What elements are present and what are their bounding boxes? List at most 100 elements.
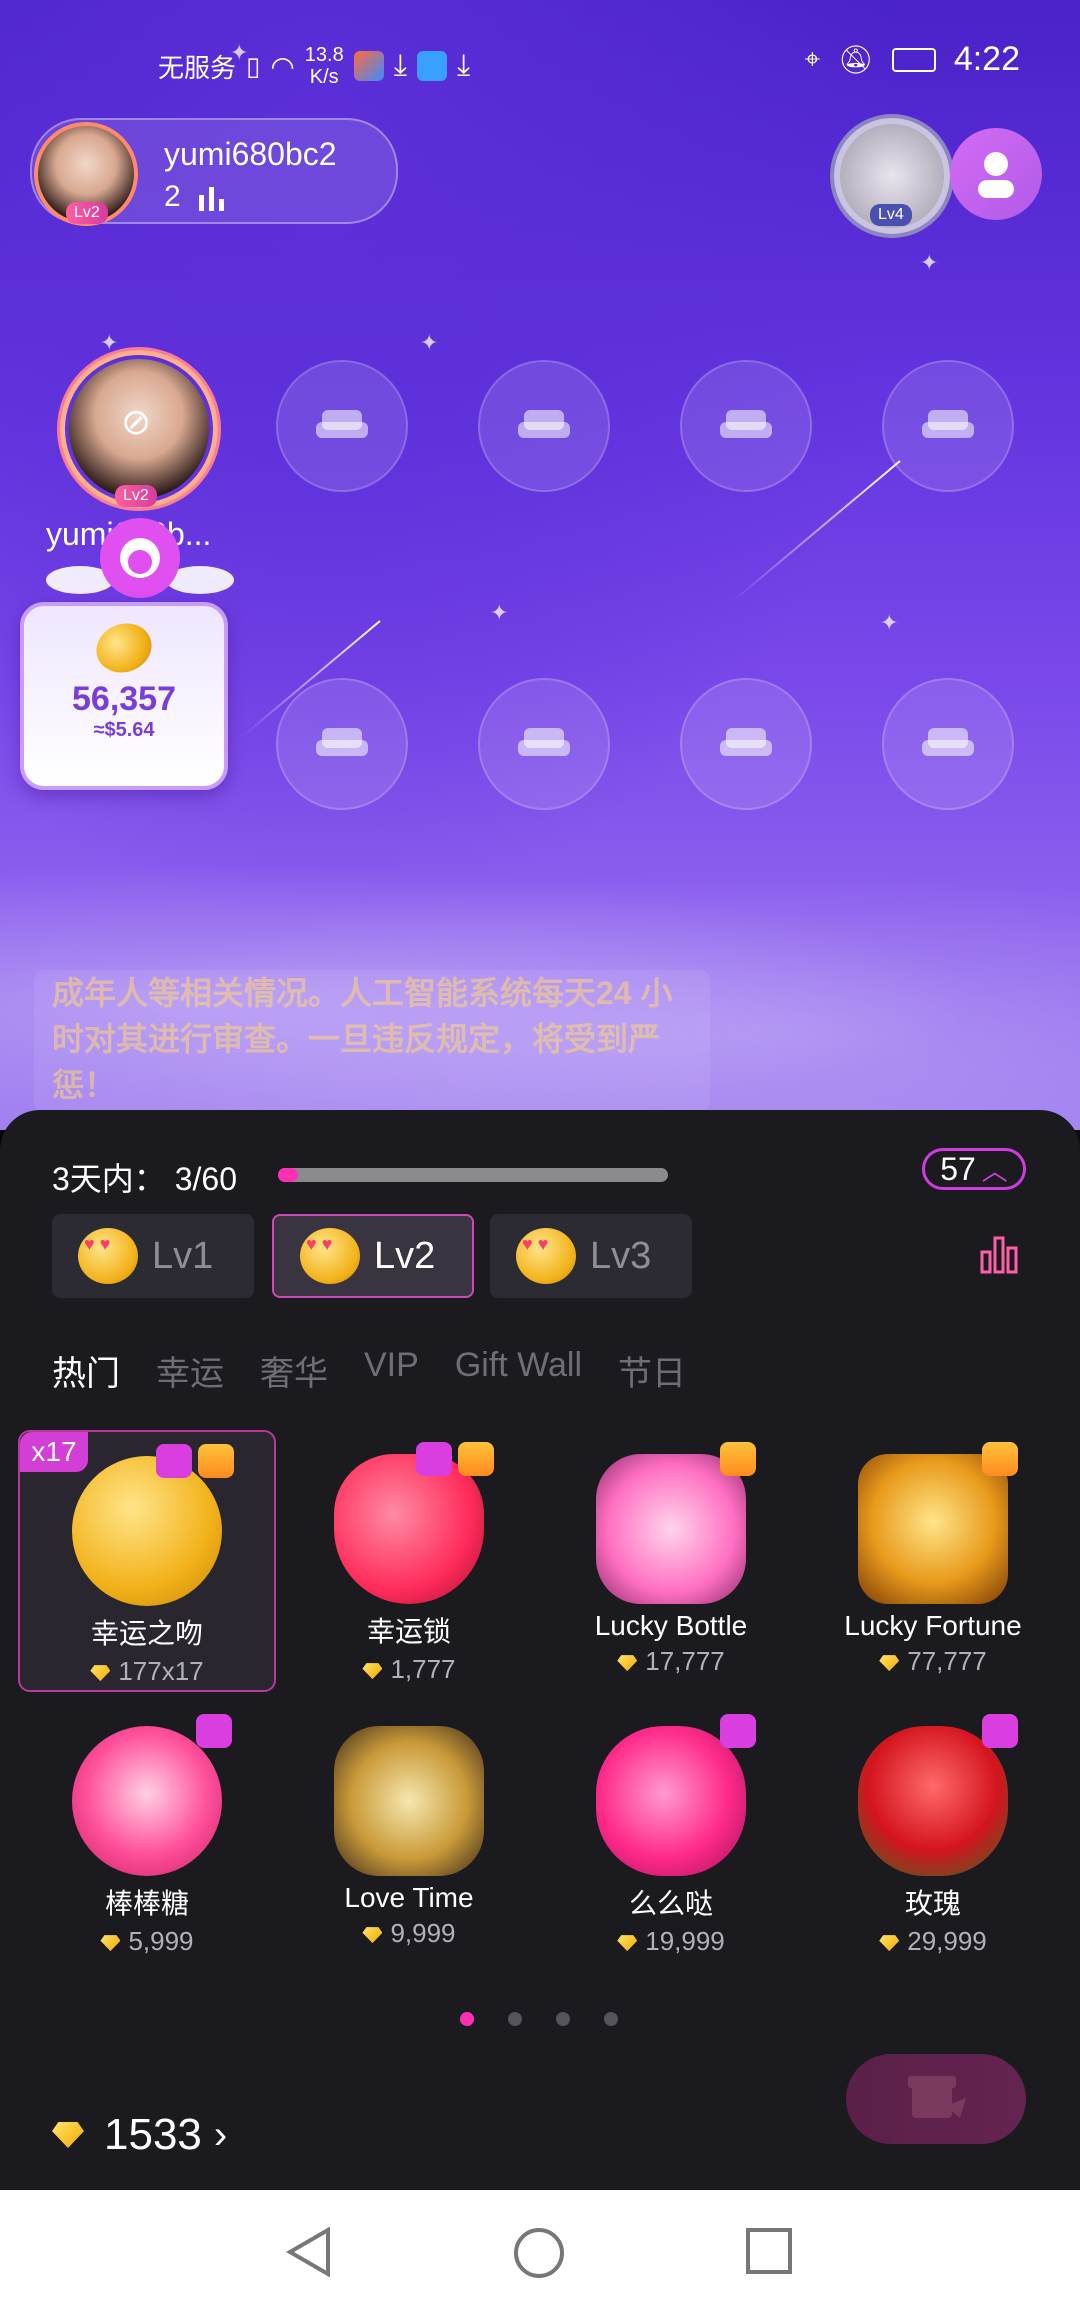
tab-gift-wall[interactable]: Gift Wall: [455, 1346, 582, 1395]
tab-lv3[interactable]: Lv3: [490, 1214, 692, 1298]
clock: 4:22: [953, 40, 1020, 78]
page-dot: [460, 2012, 474, 2026]
mic-muted-icon: ⊘: [121, 401, 152, 442]
gift-item[interactable]: Love Time 9,999: [280, 1702, 538, 1964]
tab-lv1-label: Lv1: [152, 1234, 214, 1277]
host-info-pill[interactable]: Lv2 yumi680bc2 2: [30, 118, 398, 226]
gift-price: 17,777: [542, 1646, 800, 1677]
gift-category-tabs: 热门 幸运 奢华 VIP Gift Wall 节日: [52, 1346, 686, 1395]
tab-festival[interactable]: 节日: [618, 1346, 686, 1395]
sofa-icon: [316, 728, 368, 756]
diamond-icon: [879, 1935, 900, 1952]
gift-item[interactable]: Lucky Fortune 77,777: [804, 1430, 1062, 1692]
gift-item[interactable]: 棒棒糖 5,999: [18, 1702, 276, 1964]
tab-vip[interactable]: VIP: [364, 1346, 419, 1395]
tab-luxury[interactable]: 奢华: [260, 1346, 328, 1395]
net-speed: 13.8 K/s: [305, 44, 344, 88]
listener-count-value: 2: [164, 180, 181, 213]
gift-level-badge[interactable]: 57 ︿: [922, 1148, 1026, 1190]
download-icon: ⤓: [393, 49, 407, 82]
sim-icon: ▯: [246, 50, 261, 81]
hourglass-icon: [334, 1726, 484, 1876]
star-decoration: ✦: [880, 610, 899, 635]
emoji-face-icon: [516, 1228, 576, 1284]
sofa-icon: [720, 410, 772, 438]
lollipop-icon: [72, 1726, 222, 1876]
treasure-tag-icon: [198, 1444, 234, 1478]
empty-seat[interactable]: [478, 678, 610, 810]
progress-fill: [278, 1168, 298, 1182]
empty-seat[interactable]: [276, 678, 408, 810]
diamond-balance[interactable]: 1533 ›: [52, 2110, 227, 2160]
send-gift-button[interactable]: [846, 2054, 1026, 2144]
room-notice: 成年人等相关情况。人工智能系统每天24 小时对其进行审查。一旦违反规定，将受到严…: [34, 970, 710, 1112]
status-bar: 无服务 ▯ ◠ 13.8 K/s ⤓ ⤓ ⌖ 🔕︎ 4:22: [0, 0, 1080, 120]
seat-host[interactable]: ⊘ Lv2: [60, 350, 218, 508]
star-decoration: ✦: [100, 330, 119, 355]
emoji-face-icon: [78, 1228, 138, 1284]
signal-tag-icon: [982, 1714, 1018, 1748]
coin-reward-card[interactable]: 56,357 ≈$5.64: [20, 602, 228, 790]
battery-icon: [891, 47, 936, 72]
gift-item[interactable]: 么么哒 19,999: [542, 1702, 800, 1964]
signal-tag-icon: [720, 1714, 756, 1748]
gift-price-value: 29,999: [907, 1926, 987, 1956]
empty-seat[interactable]: [882, 360, 1014, 492]
emoji-face-icon: [300, 1228, 360, 1284]
gift-price: 9,999: [280, 1918, 538, 1949]
back-icon[interactable]: [284, 2226, 334, 2278]
browser-icon: [353, 51, 384, 81]
treasure-tag-icon: [982, 1442, 1018, 1476]
gift-price: 5,999: [18, 1926, 276, 1957]
tab-lv1[interactable]: Lv1: [52, 1214, 254, 1298]
gift-item[interactable]: x17 幸运之吻 177x17: [18, 1430, 276, 1692]
tab-hot[interactable]: 热门: [52, 1346, 120, 1395]
diamond-icon: [617, 1655, 638, 1672]
room-level-badge[interactable]: Lv4: [834, 118, 950, 234]
online-users-button[interactable]: [950, 128, 1042, 220]
heart-lock-icon: [334, 1454, 484, 1604]
listener-count: 2: [164, 180, 227, 214]
progress-label-text: 3天内：: [52, 1161, 166, 1197]
users-icon: [978, 152, 1014, 198]
gift-price-value: 5,999: [128, 1926, 194, 1956]
diamond-icon: [362, 1927, 383, 1944]
page-dot: [508, 2012, 522, 2026]
download-icon: ⤓: [456, 49, 471, 82]
gift-send-icon: [908, 2076, 966, 2118]
sofa-icon: [922, 410, 974, 438]
tab-lv2[interactable]: Lv2: [272, 1214, 474, 1298]
gift-item[interactable]: 玫瑰 29,999: [804, 1702, 1062, 1964]
gift-item[interactable]: Lucky Bottle 17,777: [542, 1430, 800, 1692]
empty-seat[interactable]: [680, 678, 812, 810]
home-icon[interactable]: [512, 2226, 566, 2280]
progress-value: 3/60: [174, 1161, 237, 1197]
empty-seat[interactable]: [276, 360, 408, 492]
empty-seat[interactable]: [680, 360, 812, 492]
gift-price: 177x17: [20, 1656, 274, 1687]
empty-seat[interactable]: [478, 360, 610, 492]
ranking-chart-icon[interactable]: [980, 1234, 1020, 1274]
empty-seat[interactable]: [882, 678, 1014, 810]
app-icon: [416, 51, 447, 81]
sofa-icon: [922, 728, 974, 756]
signal-tag-icon: [196, 1714, 232, 1748]
net-speed-value: 13.8: [304, 44, 344, 66]
coin-amount: 56,357: [72, 680, 176, 718]
gift-price: 29,999: [804, 1926, 1062, 1957]
page-dot: [604, 2012, 618, 2026]
gift-multiplier-badge: x17: [20, 1432, 88, 1472]
gift-price: 1,777: [280, 1654, 538, 1685]
star-decoration: ✦: [420, 330, 439, 355]
diamond-icon: [90, 1665, 111, 1682]
gift-item[interactable]: 幸运锁 1,777: [280, 1430, 538, 1692]
recents-icon[interactable]: [744, 2226, 794, 2276]
tab-lv3-label: Lv3: [590, 1234, 652, 1277]
tab-lucky[interactable]: 幸运: [156, 1346, 224, 1395]
page-indicator: [460, 2012, 618, 2026]
tab-lv2-label: Lv2: [374, 1234, 436, 1277]
diamond-icon: [100, 1935, 121, 1952]
location-icon: ⌖: [804, 43, 821, 74]
gift-price: 19,999: [542, 1926, 800, 1957]
star-decoration: ✦: [920, 250, 939, 275]
